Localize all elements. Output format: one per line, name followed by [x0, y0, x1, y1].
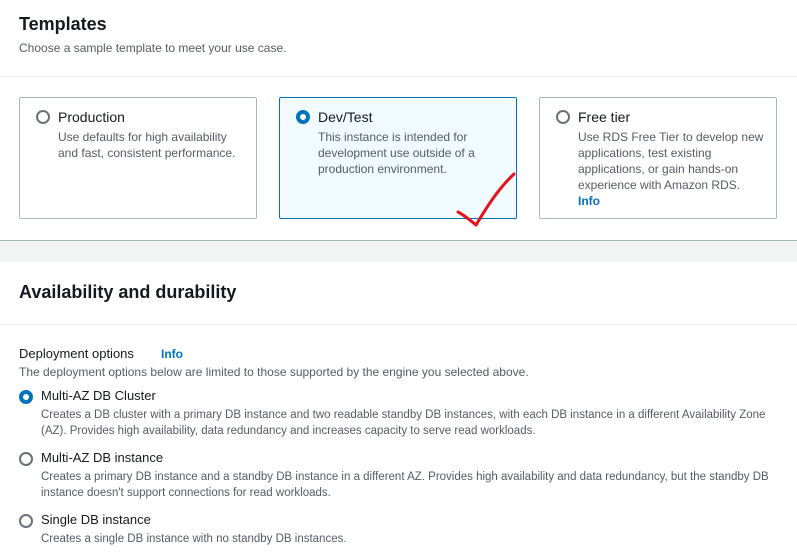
deployment-options-label: Deployment options: [19, 346, 134, 361]
option-title: Single DB instance: [41, 512, 151, 527]
multi-az-cluster-radio[interactable]: [19, 390, 33, 404]
divider: [0, 76, 797, 77]
multi-az-instance-radio[interactable]: [19, 452, 33, 466]
free-tier-info-link[interactable]: Info: [578, 194, 600, 208]
checkmark-annotation-icon: [456, 172, 516, 227]
option-title: Multi-AZ DB instance: [41, 450, 164, 465]
templates-subtitle: Choose a sample template to meet your us…: [19, 41, 287, 55]
card-title: Production: [58, 109, 125, 125]
production-radio[interactable]: [36, 110, 50, 124]
card-description: Use RDS Free Tier to develop new applica…: [578, 129, 773, 209]
card-description: Use defaults for high availability and f…: [58, 130, 236, 160]
option-title: Multi-AZ DB Cluster: [41, 388, 156, 403]
section-separator: [0, 240, 797, 262]
templates-title: Templates: [19, 14, 107, 34]
availability-title: Availability and durability: [19, 282, 237, 302]
card-title: Dev/Test: [318, 109, 373, 125]
devtest-radio[interactable]: [296, 110, 310, 124]
deployment-options-description: The deployment options below are limited…: [19, 365, 529, 379]
template-card-free-tier[interactable]: Free tier Use RDS Free Tier to develop n…: [539, 97, 777, 219]
option-description: Creates a DB cluster with a primary DB i…: [41, 409, 766, 437]
template-card-production[interactable]: Production Use defaults for high availab…: [19, 97, 257, 219]
deployment-info-link[interactable]: Info: [161, 347, 183, 361]
card-description-text: Use RDS Free Tier to develop new applica…: [578, 130, 764, 192]
card-title: Free tier: [578, 109, 631, 125]
templates-section: [0, 0, 797, 76]
single-instance-radio[interactable]: [19, 514, 33, 528]
option-description: Creates a primary DB instance and a stan…: [41, 471, 769, 499]
option-description: Creates a single DB instance with no sta…: [41, 533, 347, 545]
free-tier-radio[interactable]: [556, 110, 570, 124]
